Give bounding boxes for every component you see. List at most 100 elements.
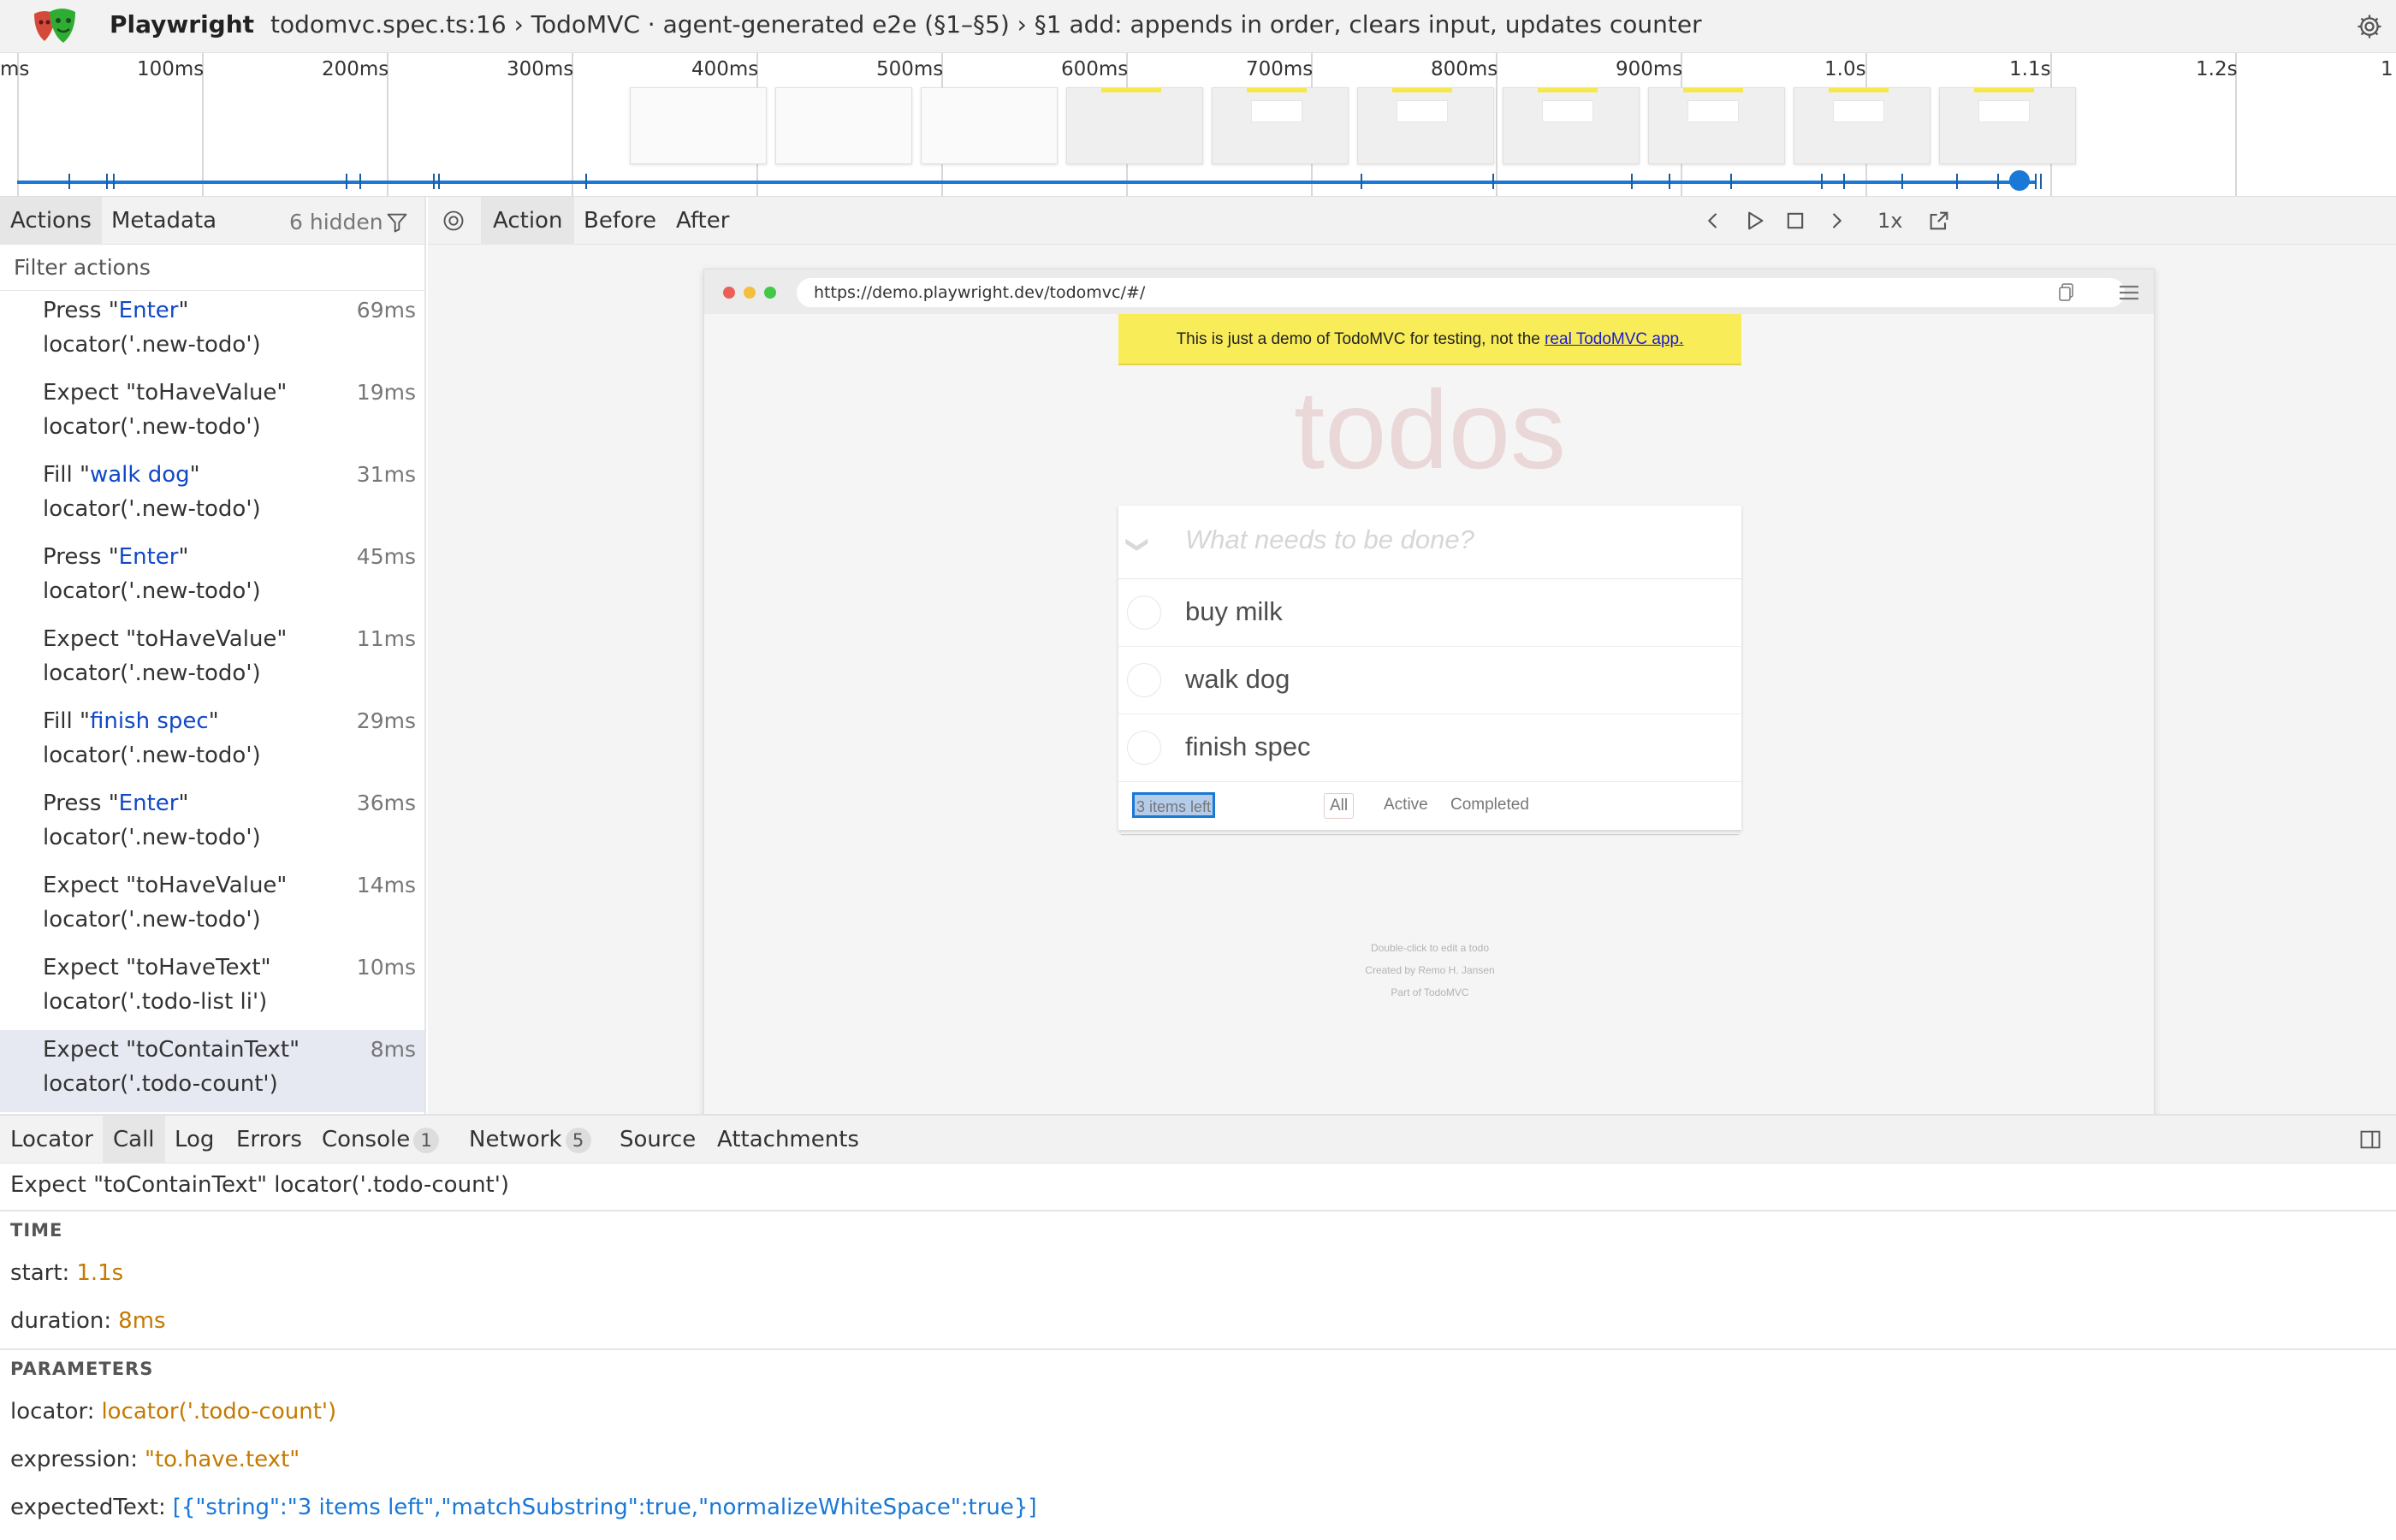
filmstrip-frame[interactable]: [1794, 87, 1930, 164]
todo-info-footer: Double-click to edit a todo Created by R…: [1118, 937, 1741, 1004]
action-locator: locator('.new-todo'): [43, 414, 261, 440]
tick-label: 800ms: [1431, 58, 1498, 80]
info-line: Double-click to edit a todo: [1370, 942, 1490, 954]
toggle-all-chevron-icon[interactable]: ❯: [1124, 536, 1151, 554]
action-value: Enter: [118, 544, 179, 570]
filter-icon[interactable]: [385, 210, 409, 234]
filmstrip-frame[interactable]: [1212, 87, 1349, 164]
tab-call[interactable]: Call: [103, 1116, 165, 1164]
demo-banner: This is just a demo of TodoMVC for testi…: [1118, 314, 1741, 365]
real-todomvc-link[interactable]: real TodoMVC app.: [1545, 330, 1683, 348]
action-item[interactable]: Fill "finish spec" locator('.new-todo') …: [0, 702, 424, 784]
todo-label[interactable]: walk dog: [1185, 664, 1290, 695]
filter-completed-link[interactable]: Completed: [1445, 793, 1534, 819]
todo-item[interactable]: walk dog: [1118, 647, 1741, 714]
todo-app: ❯ What needs to be done? buy milk walk d…: [1118, 506, 1741, 830]
todo-label[interactable]: buy milk: [1185, 596, 1283, 627]
timeline-playhead[interactable]: [2009, 170, 2030, 191]
todo-item[interactable]: buy milk: [1118, 579, 1741, 647]
expression-param-row: expression: "to.have.text": [0, 1436, 2396, 1484]
action-duration: 29ms: [356, 708, 416, 733]
action-duration: 8ms: [370, 1037, 416, 1062]
action-item[interactable]: Fill "walk dog" locator('.new-todo') 31m…: [0, 455, 424, 537]
action-item[interactable]: Press "Enter" locator('.new-todo') 36ms: [0, 784, 424, 866]
new-todo-input[interactable]: What needs to be done?: [1185, 524, 1474, 555]
filmstrip-frame[interactable]: [630, 87, 767, 164]
tick-label: 1.0s: [1824, 58, 1866, 80]
action-value: toHaveValue: [136, 380, 277, 406]
action-verb: Press: [43, 544, 102, 570]
action-item[interactable]: Press "Enter" locator('.new-todo') 45ms: [0, 537, 424, 619]
toggle-sidebar-icon[interactable]: [2358, 1128, 2382, 1152]
action-item[interactable]: Expect "toHaveText" locator('.todo-list …: [0, 948, 424, 1030]
tab-network-label: Network: [469, 1127, 562, 1152]
expected-text-param-row: expectedText: [{"string":"3 items left","…: [0, 1484, 2396, 1531]
filmstrip-frame[interactable]: [1503, 87, 1640, 164]
tab-console[interactable]: Console 1: [311, 1116, 449, 1164]
stop-icon[interactable]: [1783, 209, 1807, 233]
tab-locator[interactable]: Locator: [0, 1116, 104, 1164]
todo-checkbox[interactable]: [1127, 731, 1161, 765]
tab-log[interactable]: Log: [164, 1116, 224, 1164]
tab-source[interactable]: Source: [609, 1116, 706, 1164]
copy-icon[interactable]: [2058, 283, 2075, 302]
todo-checkbox[interactable]: [1127, 663, 1161, 697]
filmstrip-frame[interactable]: [1648, 87, 1785, 164]
tab-before[interactable]: Before: [572, 197, 668, 245]
filmstrip-frame[interactable]: [1939, 87, 2076, 164]
tab-after[interactable]: After: [664, 197, 741, 245]
filter-all-link[interactable]: All: [1324, 793, 1355, 819]
action-value: Enter: [118, 791, 179, 816]
action-verb: Expect: [43, 626, 119, 652]
action-value: toHaveText: [136, 955, 261, 980]
next-icon[interactable]: [1824, 209, 1848, 233]
action-value: finish spec: [89, 708, 209, 734]
banner-text: This is just a demo of TodoMVC for testi…: [1176, 330, 1545, 348]
filmstrip-frame[interactable]: [1066, 87, 1203, 164]
action-item[interactable]: Expect "toHaveValue" locator('.new-todo'…: [0, 619, 424, 702]
details-panel: Locator Call Log Errors Console 1 Network…: [0, 1114, 2396, 1540]
url-bar[interactable]: https://demo.playwright.dev/todomvc/#/: [797, 278, 2125, 307]
settings-gear-icon[interactable]: [2355, 12, 2384, 41]
filter-actions-input[interactable]: Filter actions: [0, 245, 424, 291]
new-todo-row: ❯ What needs to be done?: [1118, 506, 1741, 579]
expression-label: expression:: [10, 1447, 139, 1472]
action-locator: locator('.new-todo'): [43, 578, 261, 604]
action-value: toContainText: [136, 1037, 290, 1063]
timeline[interactable]: ms 100ms 200ms 300ms 400ms 500ms 600ms 7…: [0, 53, 2396, 197]
filmstrip-frame[interactable]: [775, 87, 912, 164]
filter-active-link[interactable]: Active: [1379, 793, 1433, 819]
action-item-selected[interactable]: Expect "toContainText" locator('.todo-co…: [0, 1030, 424, 1112]
tab-metadata[interactable]: Metadata: [101, 197, 227, 245]
action-item[interactable]: Expect "toHaveValue" locator('.new-todo'…: [0, 866, 424, 948]
hamburger-menu-icon[interactable]: [2118, 283, 2140, 302]
filmstrip-frame[interactable]: [921, 87, 1058, 164]
previous-icon[interactable]: [1701, 209, 1725, 233]
filmstrip-frame[interactable]: [1357, 87, 1494, 164]
browser-toolbar: https://demo.playwright.dev/todomvc/#/: [704, 270, 2154, 314]
details-tabs: Locator Call Log Errors Console 1 Network…: [0, 1116, 2396, 1164]
tick-label: 700ms: [1246, 58, 1314, 80]
tab-action[interactable]: Action: [481, 197, 575, 245]
action-item[interactable]: Press "Enter" locator('.new-todo') 69ms: [0, 291, 424, 373]
tab-attachments[interactable]: Attachments: [707, 1116, 869, 1164]
play-icon[interactable]: [1742, 209, 1766, 233]
timeline-track[interactable]: [17, 181, 2037, 184]
hidden-actions-count[interactable]: 6 hidden: [289, 210, 383, 234]
todo-item[interactable]: finish spec: [1118, 714, 1741, 782]
pick-locator-target-icon[interactable]: [442, 209, 466, 233]
tab-errors[interactable]: Errors: [226, 1116, 312, 1164]
action-locator: locator('.todo-count'): [43, 1071, 278, 1097]
todo-label[interactable]: finish spec: [1185, 732, 1310, 762]
tick-label: 100ms: [137, 58, 205, 80]
playback-speed[interactable]: 1x: [1877, 197, 1902, 245]
tab-network[interactable]: Network 5: [459, 1116, 602, 1164]
action-verb: Expect: [43, 873, 119, 898]
open-in-new-window-icon[interactable]: [1927, 209, 1951, 233]
todo-checkbox[interactable]: [1127, 595, 1161, 630]
action-verb: Fill: [43, 708, 73, 734]
action-item[interactable]: Expect "toHaveValue" locator('.new-todo'…: [0, 373, 424, 455]
tab-actions[interactable]: Actions: [0, 197, 102, 245]
info-line: Part of TodoMVC: [1391, 986, 1469, 998]
parameters-section-header: PARAMETERS: [10, 1359, 154, 1379]
